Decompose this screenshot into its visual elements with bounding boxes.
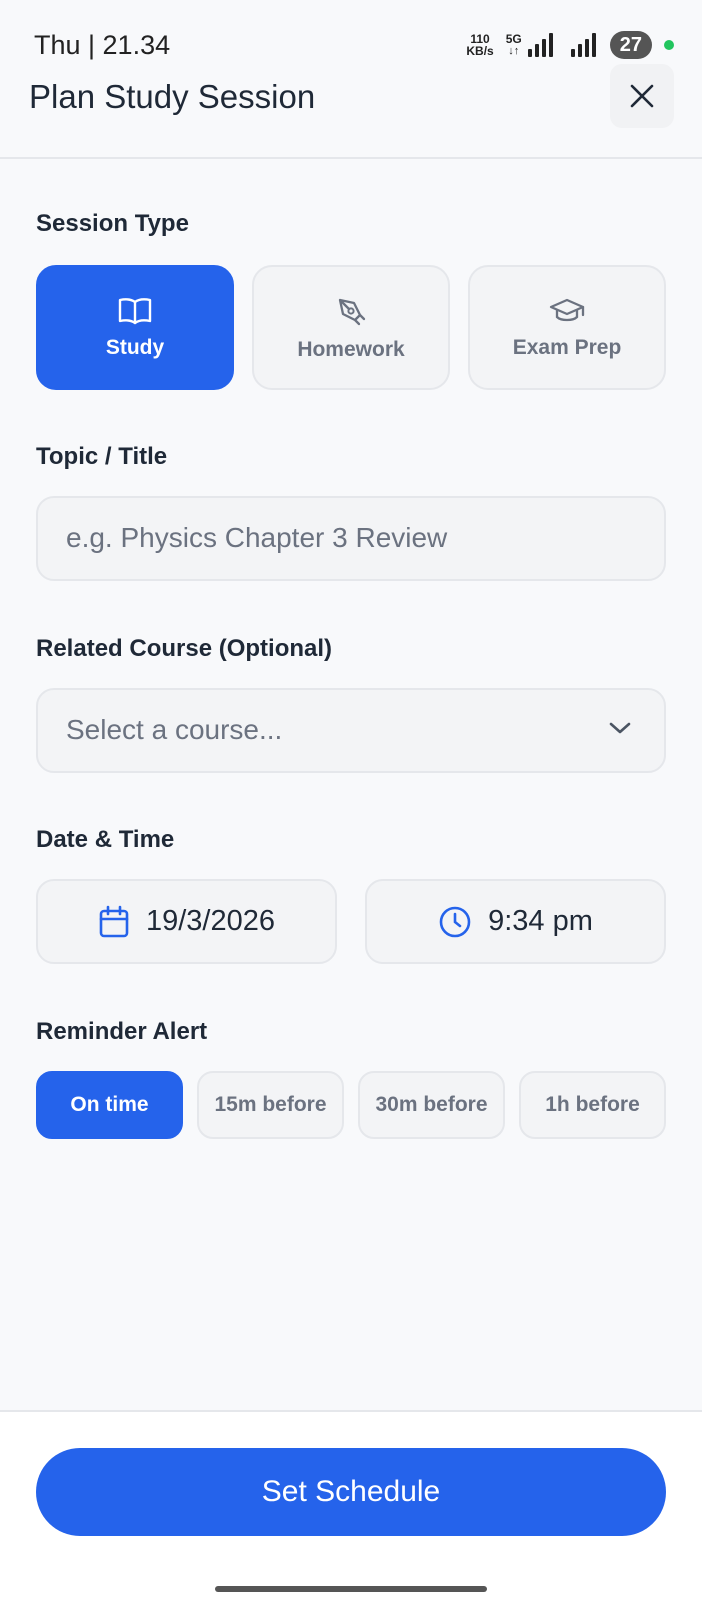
session-type-study-label: Study <box>105 335 165 359</box>
page-title: Plan Study Session <box>29 78 316 115</box>
date-value: 19/3/2026 <box>145 905 275 937</box>
reminder-label: Reminder Alert <box>36 1018 208 1045</box>
network-speed: 110 KB/s <box>466 33 493 57</box>
chevron-down-icon <box>609 722 631 734</box>
course-placeholder: Select a course... <box>66 714 283 745</box>
signal-icon-sim2 <box>570 33 596 57</box>
plan-study-session-screen: Thu | 21.34 110 KB/s 5G ↓↑ 27 Plan Study… <box>0 0 702 1600</box>
signal-icon <box>527 33 553 57</box>
network-type-label: 5G <box>505 32 522 46</box>
session-type-homework-label: Homework <box>297 337 405 361</box>
time-value: 9:34 pm <box>488 905 593 937</box>
home-indicator[interactable] <box>215 1586 487 1592</box>
topic-label: Topic / Title <box>36 443 168 470</box>
course-label: Related Course (Optional) <box>36 635 333 662</box>
reminder-30m-before[interactable]: 30m before <box>358 1071 505 1139</box>
course-select[interactable]: Select a course... <box>36 688 666 773</box>
time-picker-button[interactable]: 9:34 pm <box>365 879 666 964</box>
session-type-study[interactable]: Study <box>36 265 234 390</box>
close-button[interactable] <box>610 64 674 128</box>
set-schedule-button[interactable]: Set Schedule <box>36 1448 666 1536</box>
topic-input[interactable]: e.g. Physics Chapter 3 Review <box>36 496 666 581</box>
close-icon <box>630 84 654 108</box>
session-type-exam-prep-label: Exam Prep <box>512 335 622 359</box>
topic-placeholder: e.g. Physics Chapter 3 Review <box>66 522 448 553</box>
datetime-label: Date & Time <box>36 826 175 853</box>
clock-icon <box>439 906 471 937</box>
session-type-exam-prep[interactable]: Exam Prep <box>468 265 666 390</box>
network-type: 5G ↓↑ <box>506 33 522 57</box>
session-type-label: Session Type <box>36 210 189 237</box>
reminder-1h-before[interactable]: 1h before <box>519 1071 666 1139</box>
reminder-15m-before[interactable]: 15m before <box>197 1071 344 1139</box>
privacy-indicator-dot <box>664 40 674 50</box>
network-speed-unit: KB/s <box>466 44 494 58</box>
data-arrows-icon: ↓↑ <box>508 45 520 57</box>
session-type-homework[interactable]: Homework <box>252 265 450 390</box>
status-time: Thu | 21.34 <box>34 30 171 60</box>
header: Plan Study Session <box>0 60 702 159</box>
footer: Set Schedule <box>0 1410 702 1600</box>
pen-icon <box>338 298 366 325</box>
battery-indicator: 27 <box>609 31 652 59</box>
date-picker-button[interactable]: 19/3/2026 <box>36 879 337 964</box>
calendar-icon <box>99 905 129 937</box>
reminder-on-time[interactable]: On time <box>36 1071 183 1139</box>
book-icon <box>118 297 152 324</box>
status-icons: 110 KB/s 5G ↓↑ 27 <box>466 30 674 60</box>
graduation-cap-icon <box>549 298 585 321</box>
